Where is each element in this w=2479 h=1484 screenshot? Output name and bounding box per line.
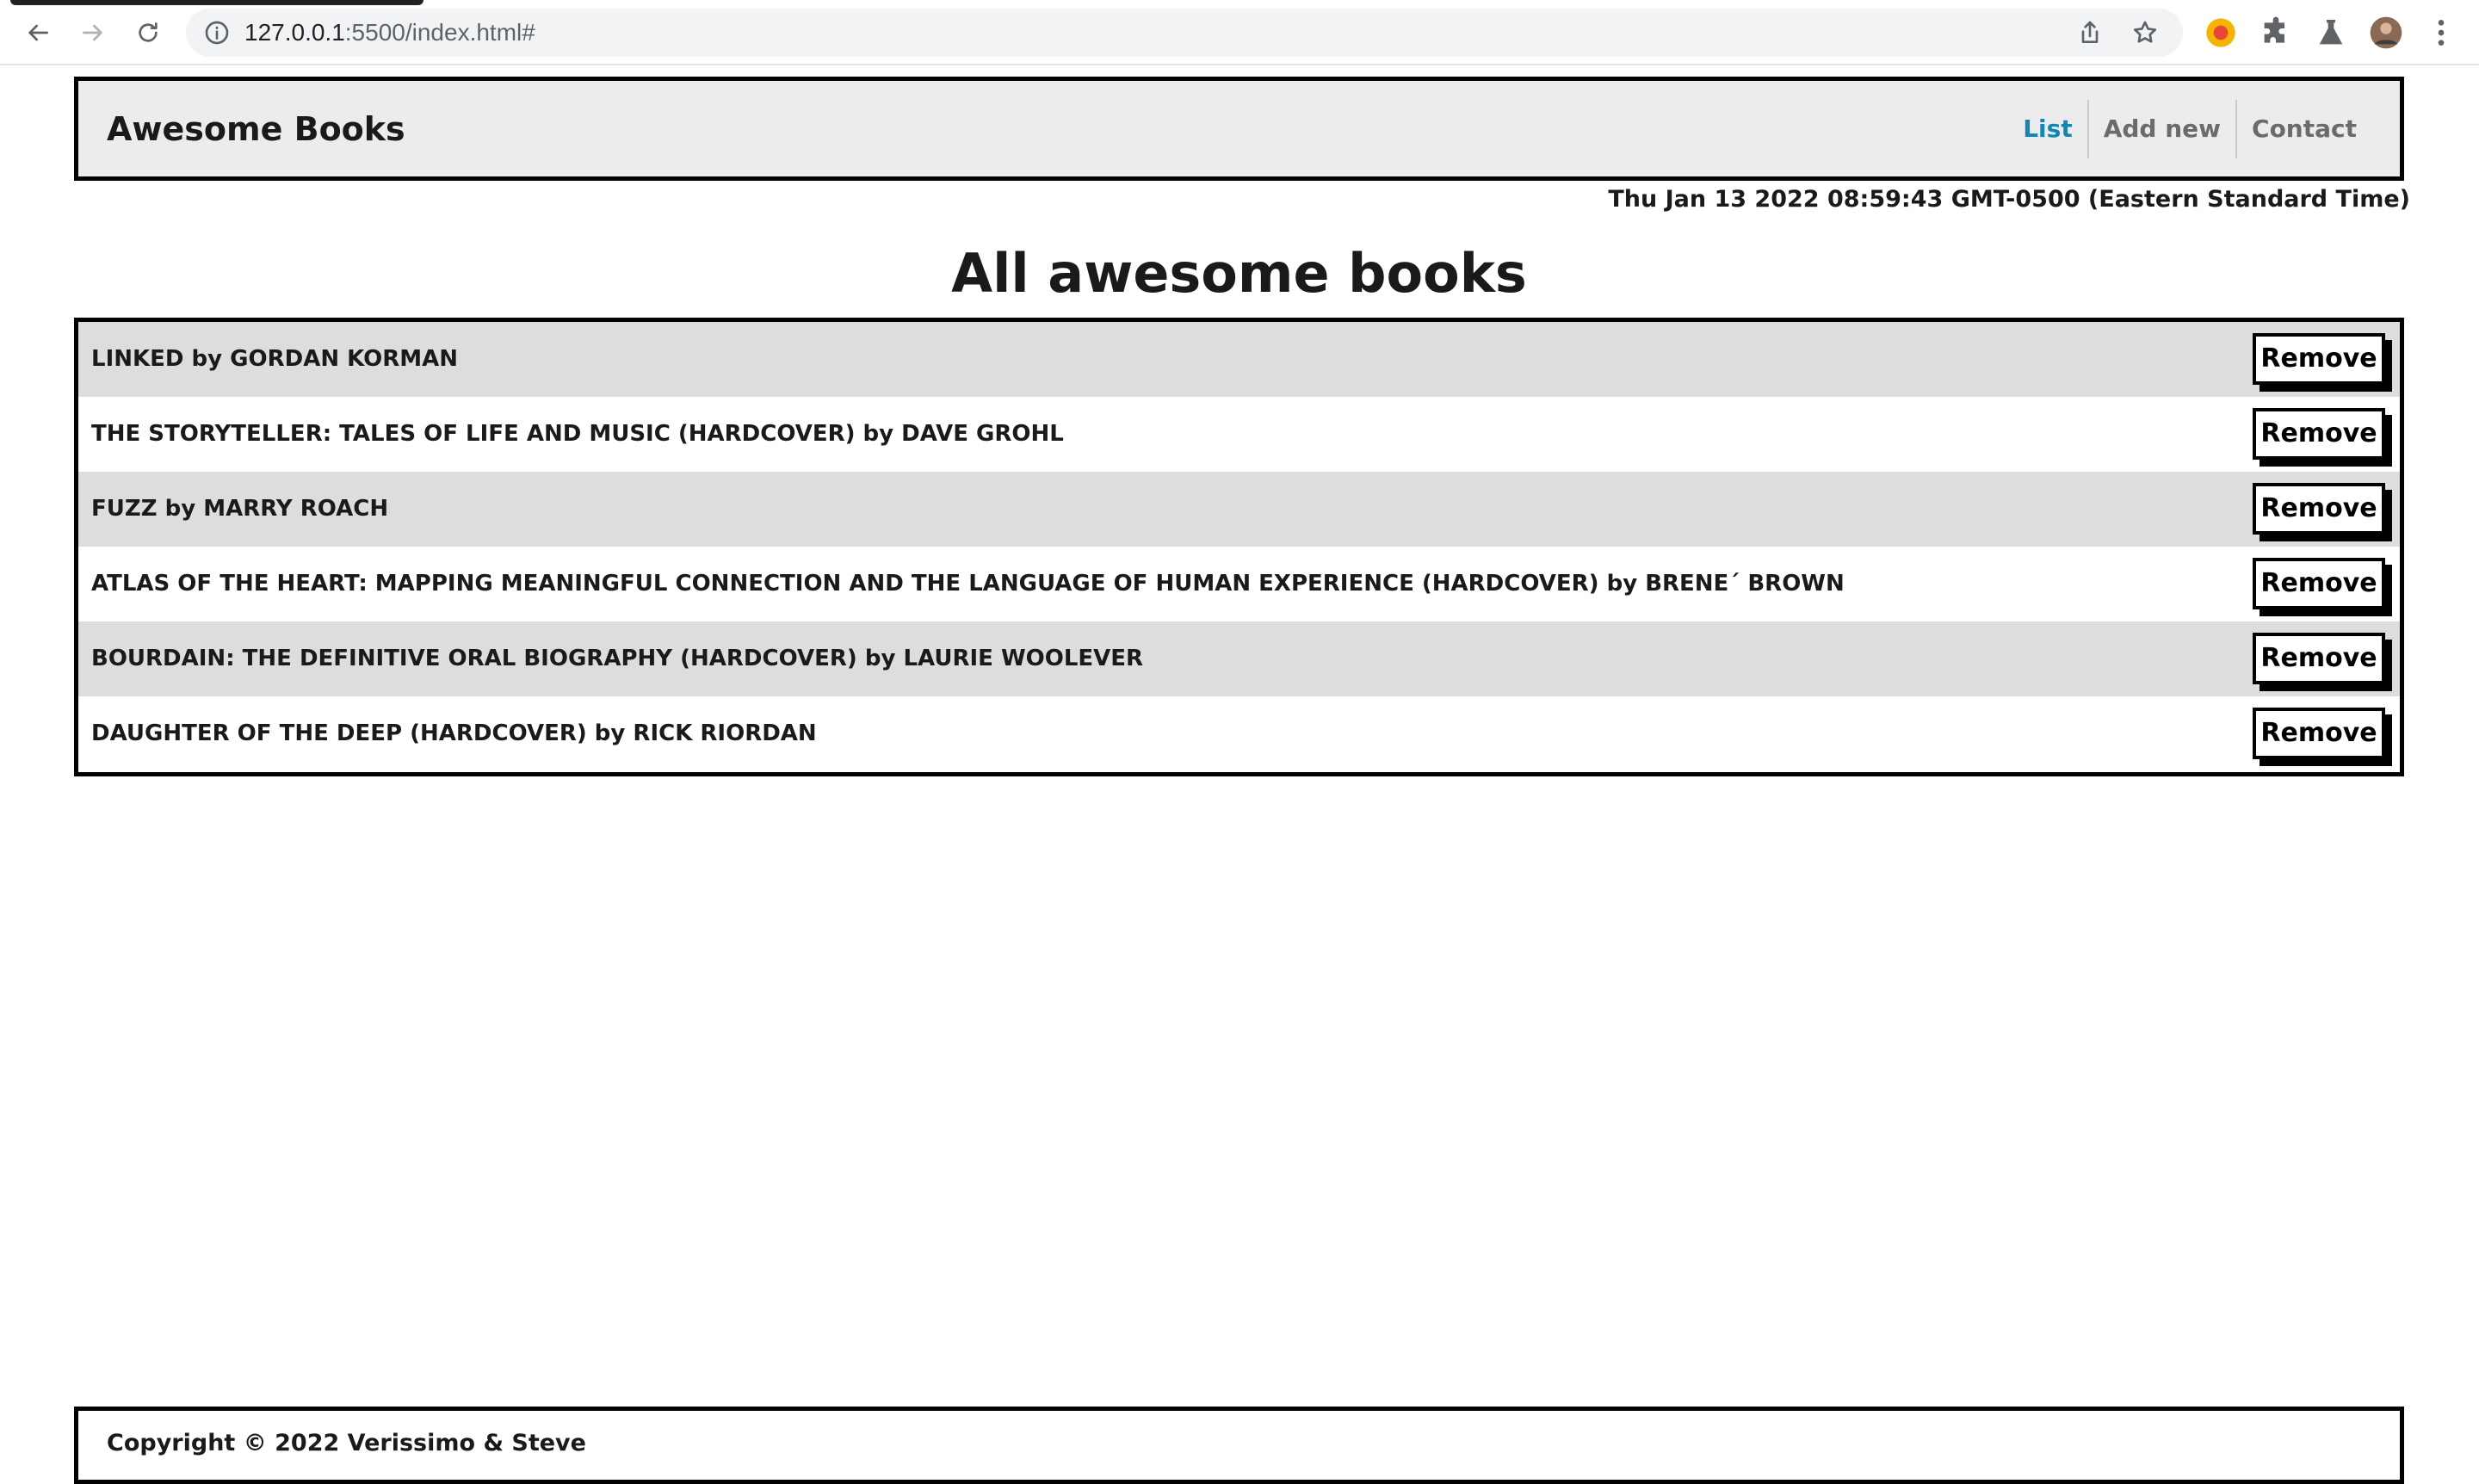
extension-color-icon[interactable] xyxy=(2204,15,2238,50)
remove-button[interactable]: Remove xyxy=(2253,408,2385,460)
nav-link-contact[interactable]: Contact xyxy=(2237,100,2371,158)
book-entry: DAUGHTER OF THE DEEP (HARDCOVER) by RICK… xyxy=(91,720,817,746)
nav-link-add-new[interactable]: Add new xyxy=(2089,100,2235,158)
remove-button[interactable]: Remove xyxy=(2253,708,2385,759)
bookmark-star-icon[interactable] xyxy=(2131,19,2159,46)
browser-tab[interactable] xyxy=(10,0,423,5)
site-header: Awesome Books List Add new Contact xyxy=(74,77,2404,181)
url-text: 127.0.0.1:5500/index.html# xyxy=(244,19,535,46)
book-row: LINKED by GORDAN KORMAN Remove xyxy=(78,322,2400,397)
book-row: ATLAS OF THE HEART: MAPPING MEANINGFUL C… xyxy=(78,547,2400,621)
remove-button[interactable]: Remove xyxy=(2253,633,2385,684)
extensions-puzzle-icon[interactable] xyxy=(2259,15,2293,50)
address-bar[interactable]: 127.0.0.1:5500/index.html# xyxy=(186,9,2183,57)
labs-flask-icon[interactable] xyxy=(2314,15,2348,50)
site-info-icon[interactable] xyxy=(203,19,231,46)
remove-button[interactable]: Remove xyxy=(2253,558,2385,609)
book-entry: LINKED by GORDAN KORMAN xyxy=(91,346,458,372)
book-row: FUZZ by MARRY ROACH Remove xyxy=(78,472,2400,547)
back-arrow-icon[interactable] xyxy=(21,15,55,50)
book-row: BOURDAIN: THE DEFINITIVE ORAL BIOGRAPHY … xyxy=(78,621,2400,696)
main-nav: List Add new Contact xyxy=(2008,100,2371,158)
book-entry: FUZZ by MARRY ROACH xyxy=(91,496,389,522)
book-entry: THE STORYTELLER: TALES OF LIFE AND MUSIC… xyxy=(91,421,1064,447)
profile-avatar[interactable] xyxy=(2369,15,2403,50)
forward-arrow-icon[interactable] xyxy=(76,15,110,50)
current-datetime: Thu Jan 13 2022 08:59:43 GMT-0500 (Easte… xyxy=(1608,186,2410,213)
site-footer: Copyright © 2022 Verissimo & Steve xyxy=(74,1407,2404,1484)
copyright-text: Copyright © 2022 Verissimo & Steve xyxy=(107,1430,586,1456)
brand-title: Awesome Books xyxy=(107,110,405,148)
book-list: LINKED by GORDAN KORMAN Remove THE STORY… xyxy=(74,318,2404,776)
share-icon[interactable] xyxy=(2076,19,2104,46)
remove-button[interactable]: Remove xyxy=(2253,483,2385,535)
browser-toolbar: 127.0.0.1:5500/index.html# xyxy=(0,0,2479,65)
book-row: THE STORYTELLER: TALES OF LIFE AND MUSIC… xyxy=(78,397,2400,472)
page-title: All awesome books xyxy=(951,242,1527,305)
remove-button[interactable]: Remove xyxy=(2253,333,2385,385)
nav-link-list[interactable]: List xyxy=(2008,100,2087,158)
book-entry: BOURDAIN: THE DEFINITIVE ORAL BIOGRAPHY … xyxy=(91,646,1144,671)
browser-menu-icon[interactable] xyxy=(2424,15,2458,50)
reload-icon[interactable] xyxy=(131,15,165,50)
book-row: DAUGHTER OF THE DEEP (HARDCOVER) by RICK… xyxy=(78,696,2400,771)
book-entry: ATLAS OF THE HEART: MAPPING MEANINGFUL C… xyxy=(91,571,1845,597)
